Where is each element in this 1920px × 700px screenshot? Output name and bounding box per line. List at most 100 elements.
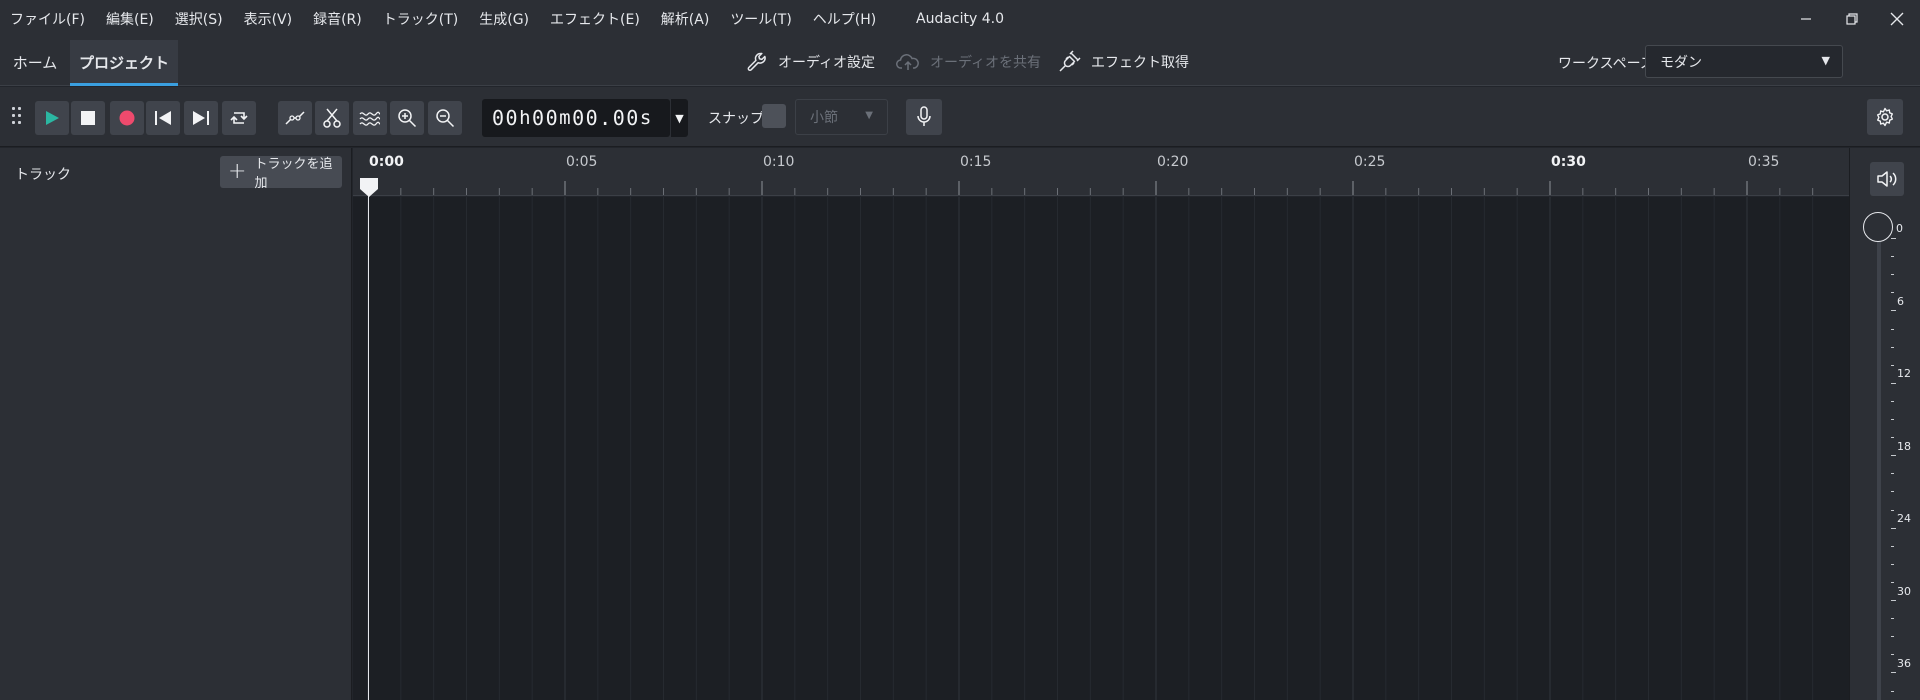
meter-tick — [1891, 509, 1894, 511]
meter-tick — [1891, 473, 1894, 475]
close-button[interactable] — [1874, 0, 1920, 38]
time-hours: 00 — [492, 106, 520, 130]
snap-checkbox[interactable] — [762, 104, 786, 128]
menu-generate[interactable]: 生成(G) — [479, 9, 529, 29]
meter-tick — [1891, 346, 1894, 348]
microphone-icon — [917, 106, 931, 126]
time-format-dropdown[interactable]: ▼ — [670, 99, 688, 137]
meter-label-0: 0 — [1896, 222, 1903, 235]
track-canvas[interactable] — [353, 197, 1849, 700]
skip-start-icon — [155, 111, 171, 125]
snap-dropdown[interactable]: 小節 ▼ — [795, 99, 888, 135]
meter-label-6: 6 — [1897, 295, 1904, 308]
skip-to-end-button[interactable] — [184, 101, 218, 135]
meter-label-12: 12 — [1897, 367, 1911, 380]
gear-icon — [1877, 107, 1893, 127]
menu-analyze[interactable]: 解析(A) — [661, 9, 710, 29]
settings-button[interactable] — [1867, 99, 1903, 135]
timeline-ruler[interactable]: 0:00 0:05 0:10 0:15 0:20 0:25 0:30 0:35 — [353, 148, 1849, 196]
cloud-upload-icon — [896, 54, 919, 70]
zoom-out-button[interactable] — [428, 101, 462, 135]
meter-tick — [1891, 600, 1896, 601]
meter-tick — [1891, 238, 1896, 239]
menu-help[interactable]: ヘルプ(H) — [813, 9, 876, 29]
menu-tracks[interactable]: トラック(T) — [383, 9, 458, 29]
tab-home[interactable]: ホーム — [0, 40, 70, 84]
volume-slider-knob[interactable] — [1863, 212, 1893, 242]
get-effects-label: エフェクト取得 — [1091, 55, 1189, 71]
workspace-dropdown[interactable]: モダン ▼ — [1645, 45, 1843, 78]
grid-lines — [367, 197, 1814, 700]
wrench-icon — [747, 52, 766, 71]
ruler-ticks — [367, 181, 1814, 195]
tab-project[interactable]: プロジェクト — [70, 40, 178, 86]
time-minutes: 00 — [532, 106, 560, 130]
snap-value: 小節 — [810, 110, 838, 126]
loop-icon — [230, 112, 248, 124]
meter-tick — [1891, 618, 1894, 620]
meter-tick — [1891, 256, 1894, 258]
meter-tick — [1891, 563, 1894, 565]
toolbar-grip-handle[interactable] — [12, 107, 24, 127]
menu-view[interactable]: 表示(V) — [244, 9, 293, 29]
meter-tick — [1891, 310, 1896, 312]
playback-meter-panel: 0 6 12 18 24 30 36 — [1849, 148, 1920, 700]
playback-volume-button[interactable] — [1870, 162, 1904, 196]
time-minutes-unit: m — [559, 107, 573, 129]
record-icon — [119, 110, 135, 126]
record-monitor-button[interactable] — [906, 99, 942, 135]
add-track-button[interactable]: + トラックを追加 — [220, 156, 342, 191]
menu-effect[interactable]: エフェクト(E) — [550, 9, 640, 29]
meter-tick — [1891, 581, 1894, 583]
meter-tick — [1891, 545, 1894, 547]
track-panel: トラック + トラックを追加 — [0, 148, 352, 700]
menu-file[interactable]: ファイル(F) — [10, 9, 85, 29]
time-seconds-unit: s — [639, 107, 653, 129]
restore-icon — [1846, 13, 1858, 25]
meter-label-24: 24 — [1897, 512, 1911, 525]
meter-tick — [1891, 364, 1894, 366]
speaker-icon — [1877, 171, 1897, 187]
multi-view-tool-button[interactable] — [353, 101, 387, 135]
share-audio-button[interactable]: オーディオを共有 — [896, 48, 1041, 76]
minimize-button[interactable] — [1783, 0, 1829, 38]
playhead-handle[interactable] — [358, 176, 380, 198]
menu-select[interactable]: 選択(S) — [175, 9, 223, 29]
zoom-in-button[interactable] — [390, 101, 424, 135]
play-icon — [46, 111, 59, 125]
audio-settings-button[interactable]: オーディオ設定 — [746, 48, 875, 76]
plug-icon — [1059, 50, 1081, 72]
skip-to-start-button[interactable] — [146, 101, 180, 135]
menu-edit[interactable]: 編集(E) — [106, 9, 154, 29]
envelope-tool-button[interactable] — [278, 101, 312, 135]
meter-tick — [1891, 437, 1894, 439]
stop-button[interactable] — [71, 101, 105, 135]
meter-label-18: 18 — [1897, 440, 1911, 453]
get-effects-button[interactable]: エフェクト取得 — [1057, 48, 1189, 76]
minimize-icon — [1801, 18, 1811, 20]
play-button[interactable] — [35, 101, 69, 135]
meter-tick — [1891, 292, 1894, 294]
workspace-label: ワークスペース — [1558, 56, 1654, 72]
meter-tick — [1891, 382, 1896, 384]
restore-button[interactable] — [1829, 0, 1875, 38]
loop-button[interactable] — [222, 101, 256, 135]
tracks-title: トラック — [15, 167, 71, 183]
meter-tick — [1891, 654, 1894, 656]
meter-label-36: 36 — [1897, 657, 1911, 670]
menu-tools[interactable]: ツール(T) — [730, 9, 791, 29]
time-display[interactable]: 00 h 00 m 00.00 s — [482, 99, 670, 137]
meter-tick — [1891, 527, 1896, 529]
menu-record[interactable]: 録音(R) — [313, 9, 362, 29]
time-seconds: 00.00 — [572, 106, 640, 130]
scissors-icon — [323, 108, 341, 128]
record-button[interactable] — [110, 101, 144, 135]
meter-tick — [1891, 455, 1896, 457]
meter-label-30: 30 — [1897, 585, 1911, 598]
meter-tick — [1891, 636, 1894, 638]
chevron-down-icon: ▼ — [675, 111, 684, 125]
snap-label: スナップ — [708, 111, 764, 127]
playhead-line — [368, 178, 369, 700]
split-tool-button[interactable] — [315, 101, 349, 135]
volume-slider-track[interactable] — [1877, 220, 1881, 700]
